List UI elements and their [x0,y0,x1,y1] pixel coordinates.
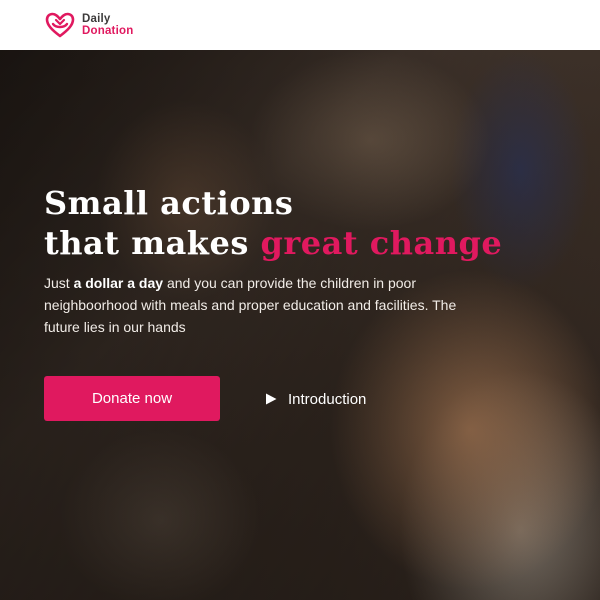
brand-name-line2: Donation [82,25,134,37]
hero-description: Just a dollar a day and you can provide … [44,272,484,338]
description-part1: Just [44,275,74,291]
headline-line2-prefix: that makes [44,224,261,262]
play-icon [266,393,277,405]
brand-logo[interactable]: Daily Donation [44,11,133,39]
brand-name: Daily Donation [82,13,133,37]
hero-headline: Small actions that makes great change [44,183,564,263]
heart-hands-logo-icon [45,12,75,38]
hero-content: Small actions that makes great change Ju… [0,50,600,600]
description-highlight: a dollar a day [73,275,164,291]
brand-name-line1: Daily [82,13,111,25]
introduction-label: Introduction [288,390,367,408]
headline-line1: Small actions [44,184,294,222]
headline-accent: great change [260,224,503,262]
donate-now-button[interactable]: Donate now [44,376,220,421]
hero-section: Small actions that makes great change Ju… [0,50,600,600]
introduction-link[interactable]: Introduction [264,388,366,410]
site-header: Daily Donation [0,0,600,50]
